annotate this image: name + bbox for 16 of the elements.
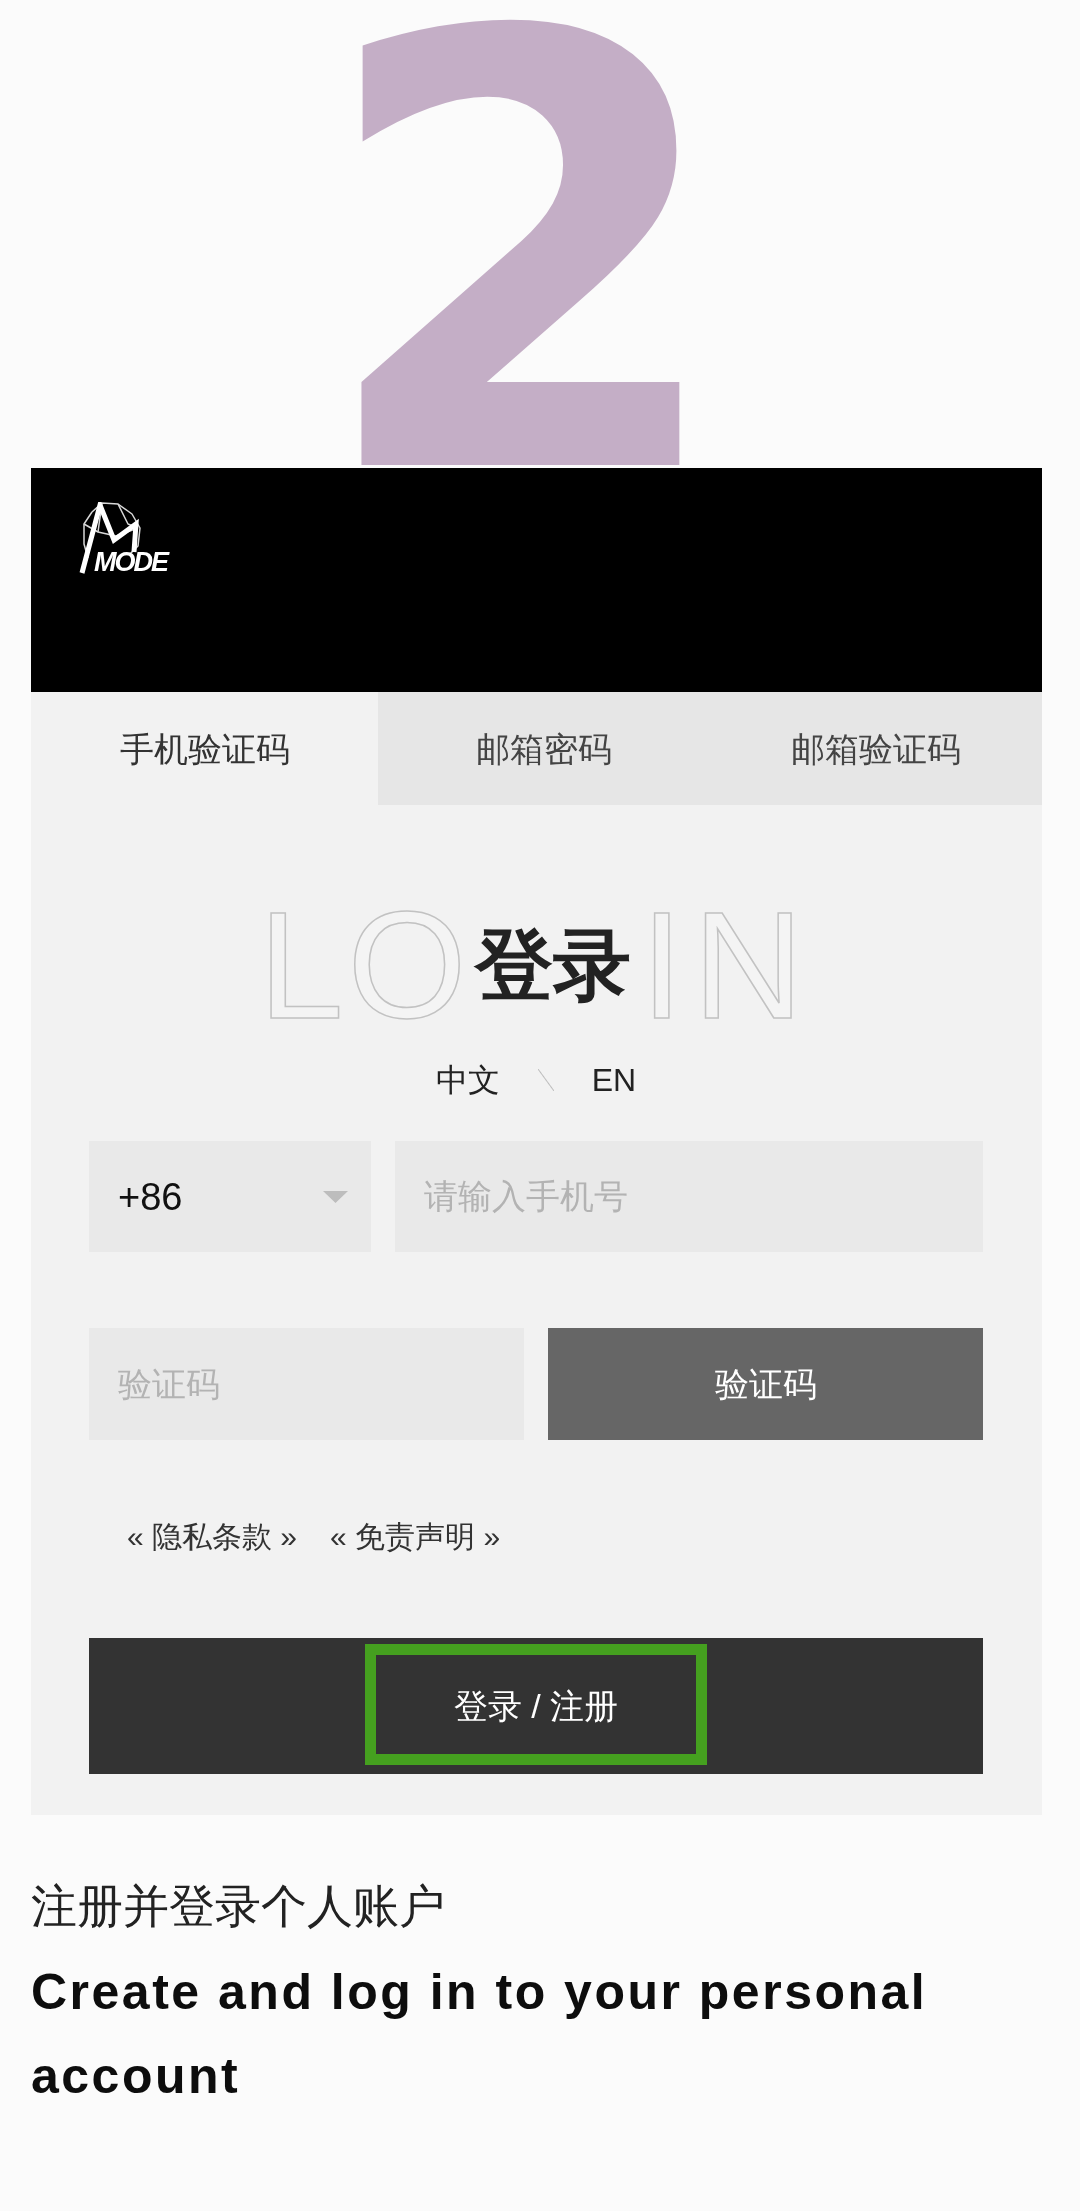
- country-code-dropdown[interactable]: +86: [89, 1141, 371, 1252]
- tab[interactable]: 邮箱验证码: [710, 692, 1042, 805]
- step-number: 2: [314, 18, 732, 468]
- logo-text: MODE: [94, 549, 167, 576]
- get-code-button[interactable]: 验证码: [548, 1328, 983, 1440]
- caption-chinese: 注册并登录个人账户: [31, 1879, 446, 1934]
- caption-english: Create and log in to your personal account: [31, 1963, 929, 2106]
- tab[interactable]: 手机验证码: [31, 692, 378, 805]
- login-register-button[interactable]: 登录 / 注册: [89, 1638, 983, 1774]
- legal-link[interactable]: « 隐私条款 »: [127, 1519, 298, 1555]
- tab[interactable]: 邮箱密码: [378, 692, 710, 805]
- legal-link[interactable]: « 免责声明 »: [330, 1519, 501, 1555]
- language-option[interactable]: 中文: [435, 1061, 500, 1099]
- language-option[interactable]: EN: [591, 1061, 637, 1099]
- login-title: 登录: [473, 925, 631, 1004]
- caret-icon: [323, 1190, 348, 1203]
